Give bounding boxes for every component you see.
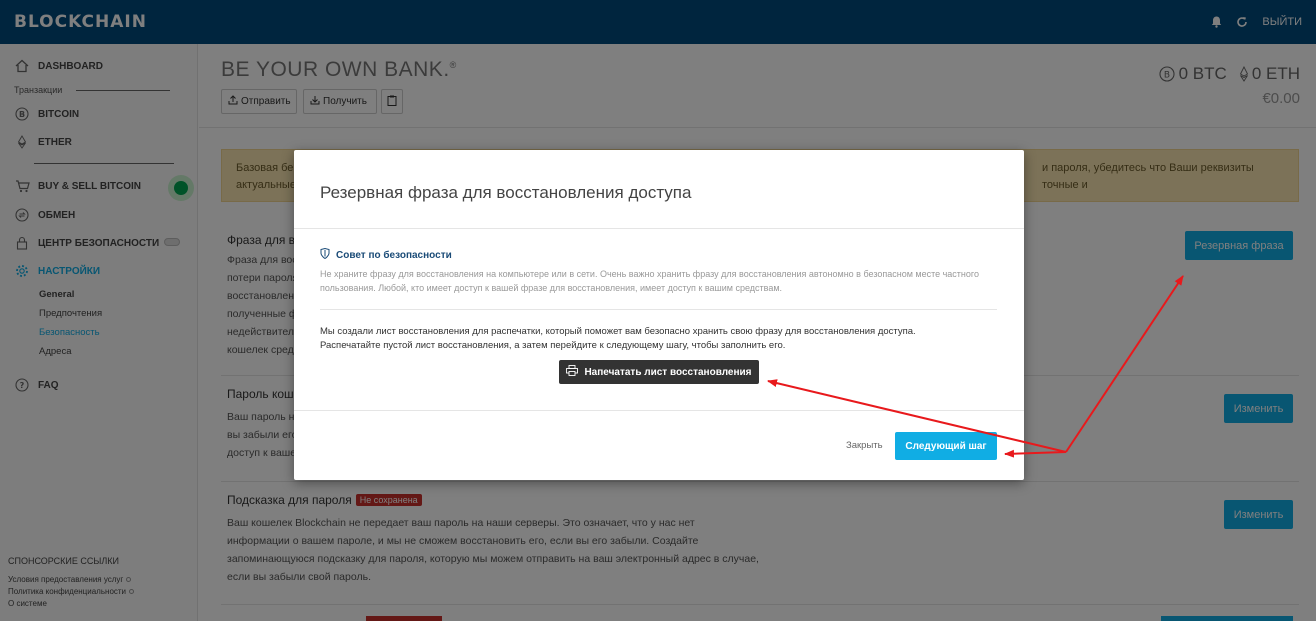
security-tip-title: Совет по безопасности [320, 247, 452, 262]
recovery-sheet-description: Мы создали лист восстановления для распе… [320, 326, 916, 351]
modal-divider [294, 228, 1024, 229]
print-recovery-sheet-button[interactable]: Напечатать лист восстановления [559, 360, 759, 384]
printer-icon [566, 365, 579, 379]
security-tip-text: Не храните фразу для восстановления на к… [320, 269, 979, 293]
next-step-button[interactable]: Следующий шаг [895, 432, 997, 460]
modal-divider [320, 309, 997, 310]
close-button[interactable]: Закрыть [846, 440, 883, 451]
modal-title: Резервная фраза для восстановления досту… [320, 183, 692, 202]
modal-divider [294, 410, 1024, 411]
recovery-phrase-modal: Резервная фраза для восстановления досту… [294, 150, 1024, 480]
shield-icon [320, 247, 330, 262]
